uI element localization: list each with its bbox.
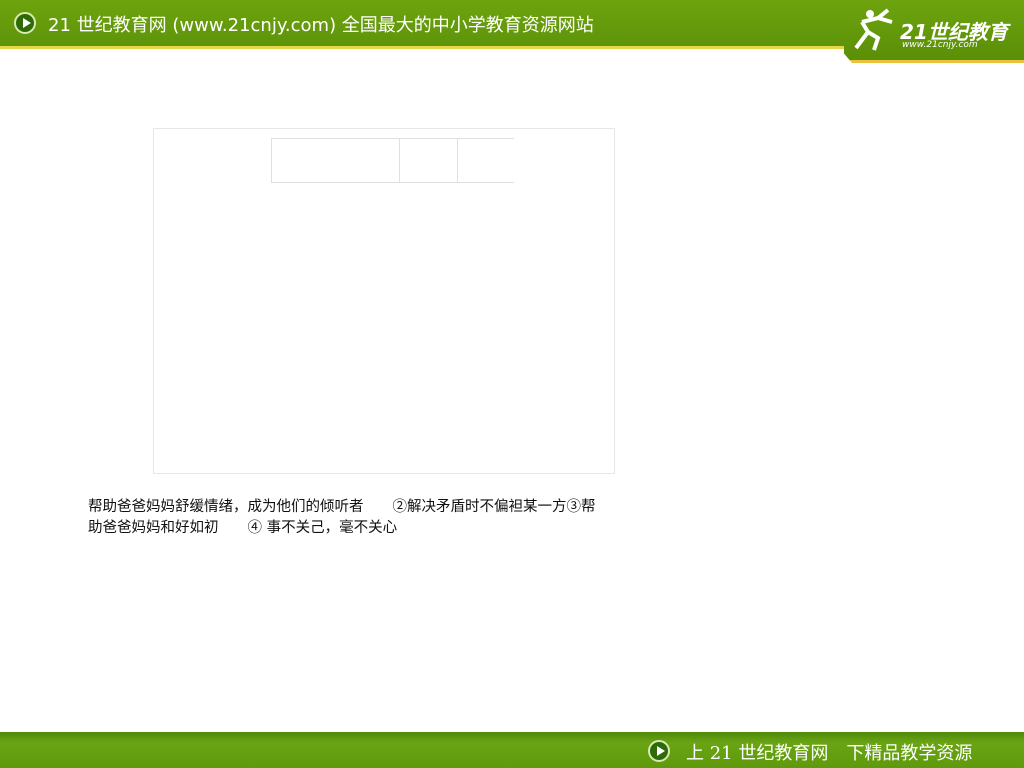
header-title: 21 世纪教育网 (www.21cnjy.com) 全国最大的中小学教育资源网站 bbox=[48, 15, 594, 36]
runner-icon bbox=[854, 8, 893, 51]
table-divider bbox=[399, 139, 400, 182]
play-icon[interactable] bbox=[648, 740, 670, 762]
text-line: 助爸爸妈妈和好如初 ④ 事不关己，毫不关心 bbox=[88, 520, 398, 536]
play-icon[interactable] bbox=[14, 12, 36, 34]
footer-bar: 上 21 世纪教育网 下精品教学资源 bbox=[0, 732, 1024, 768]
footer-text: 上 21 世纪教育网 下精品教学资源 bbox=[686, 743, 973, 764]
logo-url: www.21cnjy.com bbox=[902, 40, 978, 50]
site-logo: 21世纪教育 www.21cnjy.com bbox=[848, 8, 1008, 54]
text-line: 帮助爸爸妈妈舒缓情绪，成为他们的倾听者 ②解决矛盾时不偏袒某一方③帮 bbox=[88, 499, 596, 515]
table-divider bbox=[457, 139, 458, 182]
empty-table bbox=[271, 138, 514, 183]
answer-options: 帮助爸爸妈妈舒缓情绪，成为他们的倾听者 ②解决矛盾时不偏袒某一方③帮 助爸爸妈妈… bbox=[88, 497, 688, 539]
